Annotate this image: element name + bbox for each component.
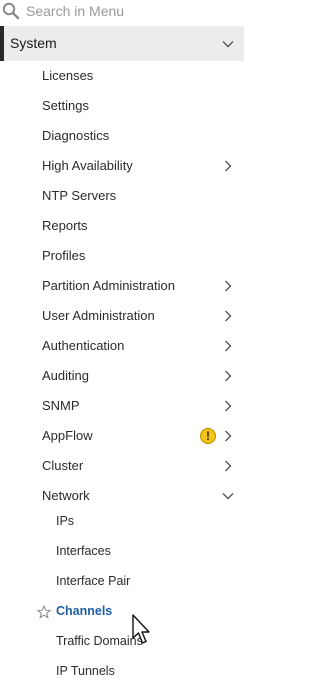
- chevron-right-icon: [222, 460, 234, 472]
- chevron-right-icon: [222, 310, 234, 322]
- chevron-right-icon: [222, 160, 234, 172]
- menu-item-label: NTP Servers: [42, 188, 117, 203]
- menu-item-label: AppFlow: [42, 428, 93, 443]
- menu-item-appflow[interactable]: AppFlow !: [0, 421, 244, 451]
- menu-item-partition-administration[interactable]: Partition Administration: [0, 271, 244, 301]
- menu-item-settings[interactable]: Settings: [0, 91, 244, 121]
- chevron-right-icon: [222, 370, 234, 382]
- chevron-down-icon: [222, 38, 234, 50]
- menu-item-label: SNMP: [42, 398, 80, 413]
- menu-item-reports[interactable]: Reports: [0, 211, 244, 241]
- menu-item-ip-tunnels[interactable]: IP Tunnels: [0, 657, 244, 687]
- menu-item-label: Diagnostics: [42, 128, 110, 143]
- search-icon: [2, 2, 20, 20]
- menu-item-label: High Availability: [42, 158, 133, 173]
- menu-item-label: IPs: [56, 514, 75, 528]
- menu-item-ips[interactable]: IPs: [0, 507, 244, 537]
- menu-item-label: User Administration: [42, 308, 155, 323]
- menu-item-label: IP Tunnels: [56, 664, 115, 678]
- menu-item-cluster[interactable]: Cluster: [0, 451, 244, 481]
- menu-item-interface-pair[interactable]: Interface Pair: [0, 567, 244, 597]
- menu-item-label: Licenses: [42, 68, 94, 83]
- menu-item-label: Interface Pair: [56, 574, 131, 588]
- chevron-right-icon: [222, 340, 234, 352]
- menu-item-channels[interactable]: Channels: [0, 597, 244, 627]
- menu-item-interfaces[interactable]: Interfaces: [0, 537, 244, 567]
- menu-item-label: Traffic Domains: [56, 634, 143, 648]
- warning-icon: !: [200, 428, 216, 444]
- menu-item-label: Interfaces: [56, 544, 111, 558]
- menu-item-diagnostics[interactable]: Diagnostics: [0, 121, 244, 151]
- chevron-right-icon: [222, 280, 234, 292]
- menu-item-label: Settings: [42, 98, 89, 113]
- menu-item-label: Cluster: [42, 458, 84, 473]
- menu-item-label: Partition Administration: [42, 278, 175, 293]
- chevron-right-icon: [222, 430, 234, 442]
- menu-item-ntp-servers[interactable]: NTP Servers: [0, 181, 244, 211]
- chevron-down-icon: [222, 490, 234, 502]
- menu-item-authentication[interactable]: Authentication: [0, 331, 244, 361]
- chevron-right-icon: [222, 400, 234, 412]
- menu-item-licenses[interactable]: Licenses: [0, 61, 244, 91]
- menu-item-traffic-domains[interactable]: Traffic Domains: [0, 627, 244, 657]
- mouse-cursor-icon: [131, 614, 153, 648]
- search-input[interactable]: [22, 0, 241, 22]
- favorite-star-icon[interactable]: [36, 604, 52, 619]
- section-label: System: [10, 35, 57, 51]
- menu-item-label: Authentication: [42, 338, 125, 353]
- menu-item-profiles[interactable]: Profiles: [0, 241, 244, 271]
- section-system[interactable]: System: [0, 26, 244, 61]
- menu-item-label: Channels: [56, 604, 113, 618]
- menu-item-user-administration[interactable]: User Administration: [0, 301, 244, 331]
- menu-search: [0, 0, 244, 24]
- menu-item-label: Profiles: [42, 248, 86, 263]
- menu-item-label: Auditing: [42, 368, 89, 383]
- menu-item-snmp[interactable]: SNMP: [0, 391, 244, 421]
- menu-item-label: Network: [42, 488, 90, 503]
- menu-item-label: Reports: [42, 218, 88, 233]
- menu-item-auditing[interactable]: Auditing: [0, 361, 244, 391]
- menu-item-high-availability[interactable]: High Availability: [0, 151, 244, 181]
